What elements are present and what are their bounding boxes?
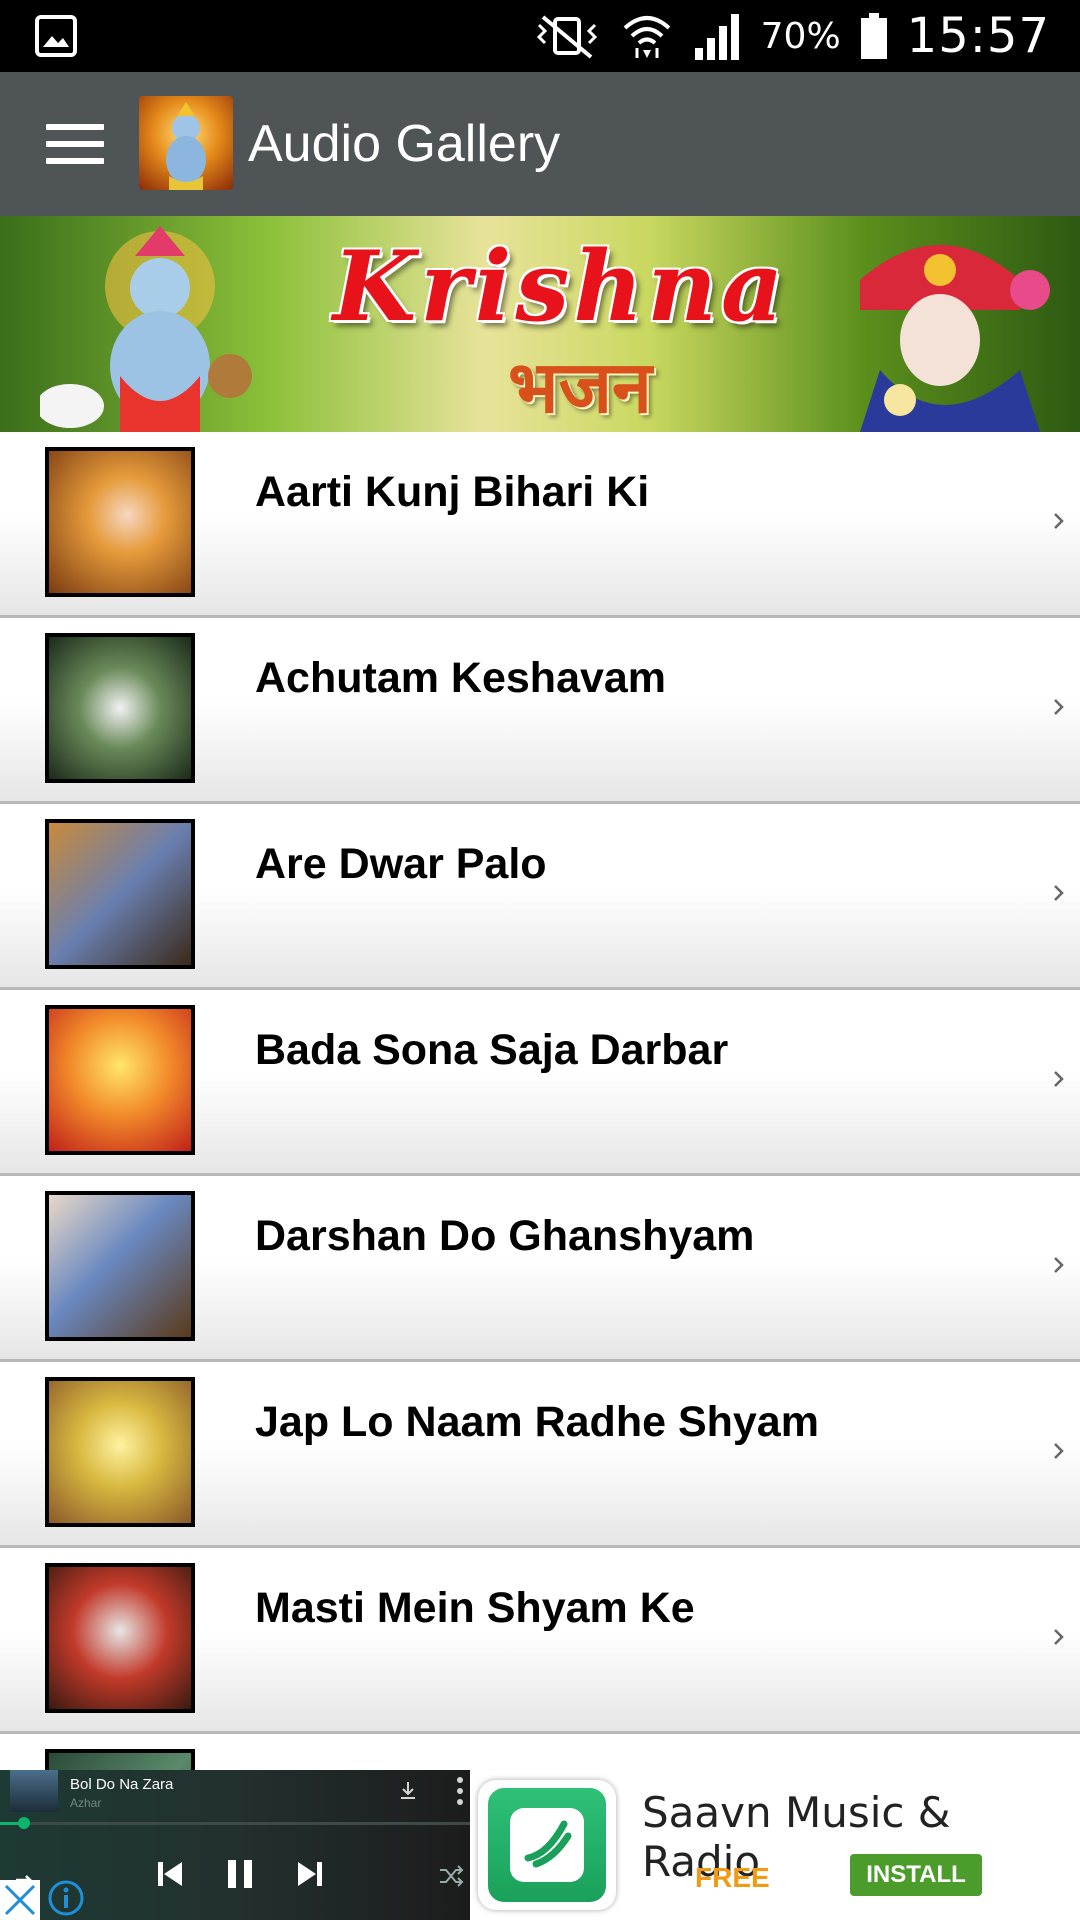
krishna-banner: Krishna भजन [0, 216, 1080, 432]
signal-icon [694, 14, 739, 60]
saavn-logo-icon [510, 1808, 584, 1882]
list-item-thumbnail [45, 819, 195, 969]
app-logo-icon [139, 96, 233, 190]
player-track-title: Bol Do Na Zara [70, 1776, 174, 1793]
clock: 15:57 [906, 8, 1050, 64]
krishna-portrait-image [860, 245, 1050, 432]
hamburger-menu-icon[interactable] [46, 124, 104, 164]
banner-subtitle: भजन [507, 344, 652, 429]
status-bar: 70% 15:57 [0, 0, 1080, 72]
ad-close-icon[interactable] [0, 1880, 40, 1920]
list-item-thumbnail [45, 1377, 195, 1527]
list-item-label: Bada Sona Saja Darbar [255, 1026, 729, 1074]
battery-percent: 70% [760, 15, 841, 57]
previous-track-icon[interactable] [152, 1856, 188, 1892]
list-item-label: Masti Mein Shyam Ke [255, 1584, 695, 1632]
install-button[interactable]: INSTALL [850, 1854, 982, 1896]
player-progress-bar[interactable] [0, 1817, 470, 1829]
gallery-notification-icon [35, 15, 77, 57]
list-item-thumbnail [45, 1191, 195, 1341]
chevron-right-icon [1054, 1071, 1064, 1087]
app-bar: Audio Gallery [0, 72, 1080, 216]
player-album-art[interactable] [10, 1770, 58, 1812]
list-item[interactable]: Jap Lo Naam Radhe Shyam [0, 1362, 1080, 1548]
list-item-label: Jap Lo Naam Radhe Shyam [255, 1398, 819, 1446]
chevron-right-icon [1054, 1629, 1064, 1645]
list-item-label: Darshan Do Ghanshyam [255, 1212, 755, 1260]
list-item[interactable]: Bada Sona Saja Darbar [0, 990, 1080, 1176]
shuffle-icon[interactable] [438, 1862, 466, 1890]
list-item-label: Are Dwar Palo [255, 840, 547, 888]
audio-list: Aarti Kunj Bihari Ki Achutam Keshavam Are … [0, 432, 1080, 1920]
list-item-thumbnail [45, 633, 195, 783]
saavn-app-icon[interactable] [478, 1780, 616, 1910]
chevron-right-icon [1054, 1257, 1064, 1273]
vibrate-mute-icon [536, 15, 597, 59]
player-artist: Azhar [70, 1796, 102, 1810]
list-item-thumbnail [45, 1005, 195, 1155]
list-item[interactable]: Aarti Kunj Bihari Ki [0, 432, 1080, 618]
ad-info-icon[interactable] [46, 1878, 86, 1918]
player-progress-knob[interactable] [17, 1817, 30, 1829]
wifi-icon [623, 16, 671, 58]
list-item-label: Aarti Kunj Bihari Ki [255, 468, 650, 516]
ad-price: FREE [695, 1862, 770, 1893]
ad-banner[interactable]: Saavn Music & Radio FREE INSTALL [470, 1770, 1080, 1920]
list-item-thumbnail [45, 447, 195, 597]
chevron-right-icon [1054, 699, 1064, 715]
list-item[interactable]: Achutam Keshavam [0, 618, 1080, 804]
list-item[interactable]: Masti Mein Shyam Ke [0, 1548, 1080, 1734]
download-icon[interactable] [398, 1780, 418, 1800]
chevron-right-icon [1054, 885, 1064, 901]
battery-icon [860, 13, 887, 59]
page-title: Audio Gallery [248, 115, 561, 173]
next-track-icon[interactable] [292, 1856, 328, 1892]
list-item-label: Achutam Keshavam [255, 654, 667, 702]
list-item-thumbnail [45, 1563, 195, 1713]
chevron-right-icon [1054, 1443, 1064, 1459]
list-item[interactable]: Darshan Do Ghanshyam [0, 1176, 1080, 1362]
list-item[interactable]: Are Dwar Palo [0, 804, 1080, 990]
banner-title: Krishna [332, 230, 788, 343]
more-options-icon[interactable] [456, 1776, 464, 1806]
pause-icon[interactable] [222, 1856, 258, 1892]
chevron-right-icon [1054, 513, 1064, 529]
baby-krishna-image [40, 226, 252, 432]
